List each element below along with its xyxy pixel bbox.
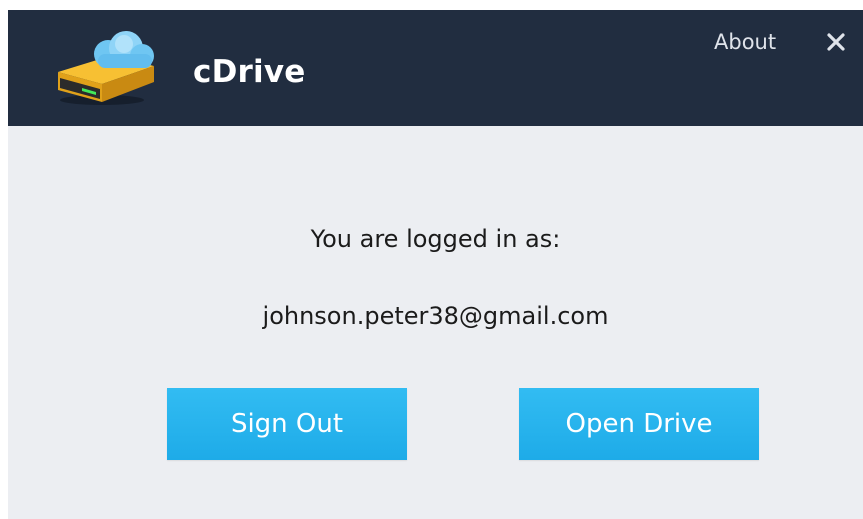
close-icon[interactable] [822,28,850,56]
sign-out-button[interactable]: Sign Out [167,388,407,460]
open-drive-button[interactable]: Open Drive [519,388,759,460]
account-email: johnson.peter38@gmail.com [262,302,609,330]
title-bar: cDrive About [8,10,863,126]
app-window: cDrive About You are logged in as: johns… [8,10,863,519]
app-title: cDrive [193,54,306,90]
logged-in-label: You are logged in as: [310,225,561,253]
about-link[interactable]: About [714,27,776,57]
cloud-drive-icon [58,31,154,105]
